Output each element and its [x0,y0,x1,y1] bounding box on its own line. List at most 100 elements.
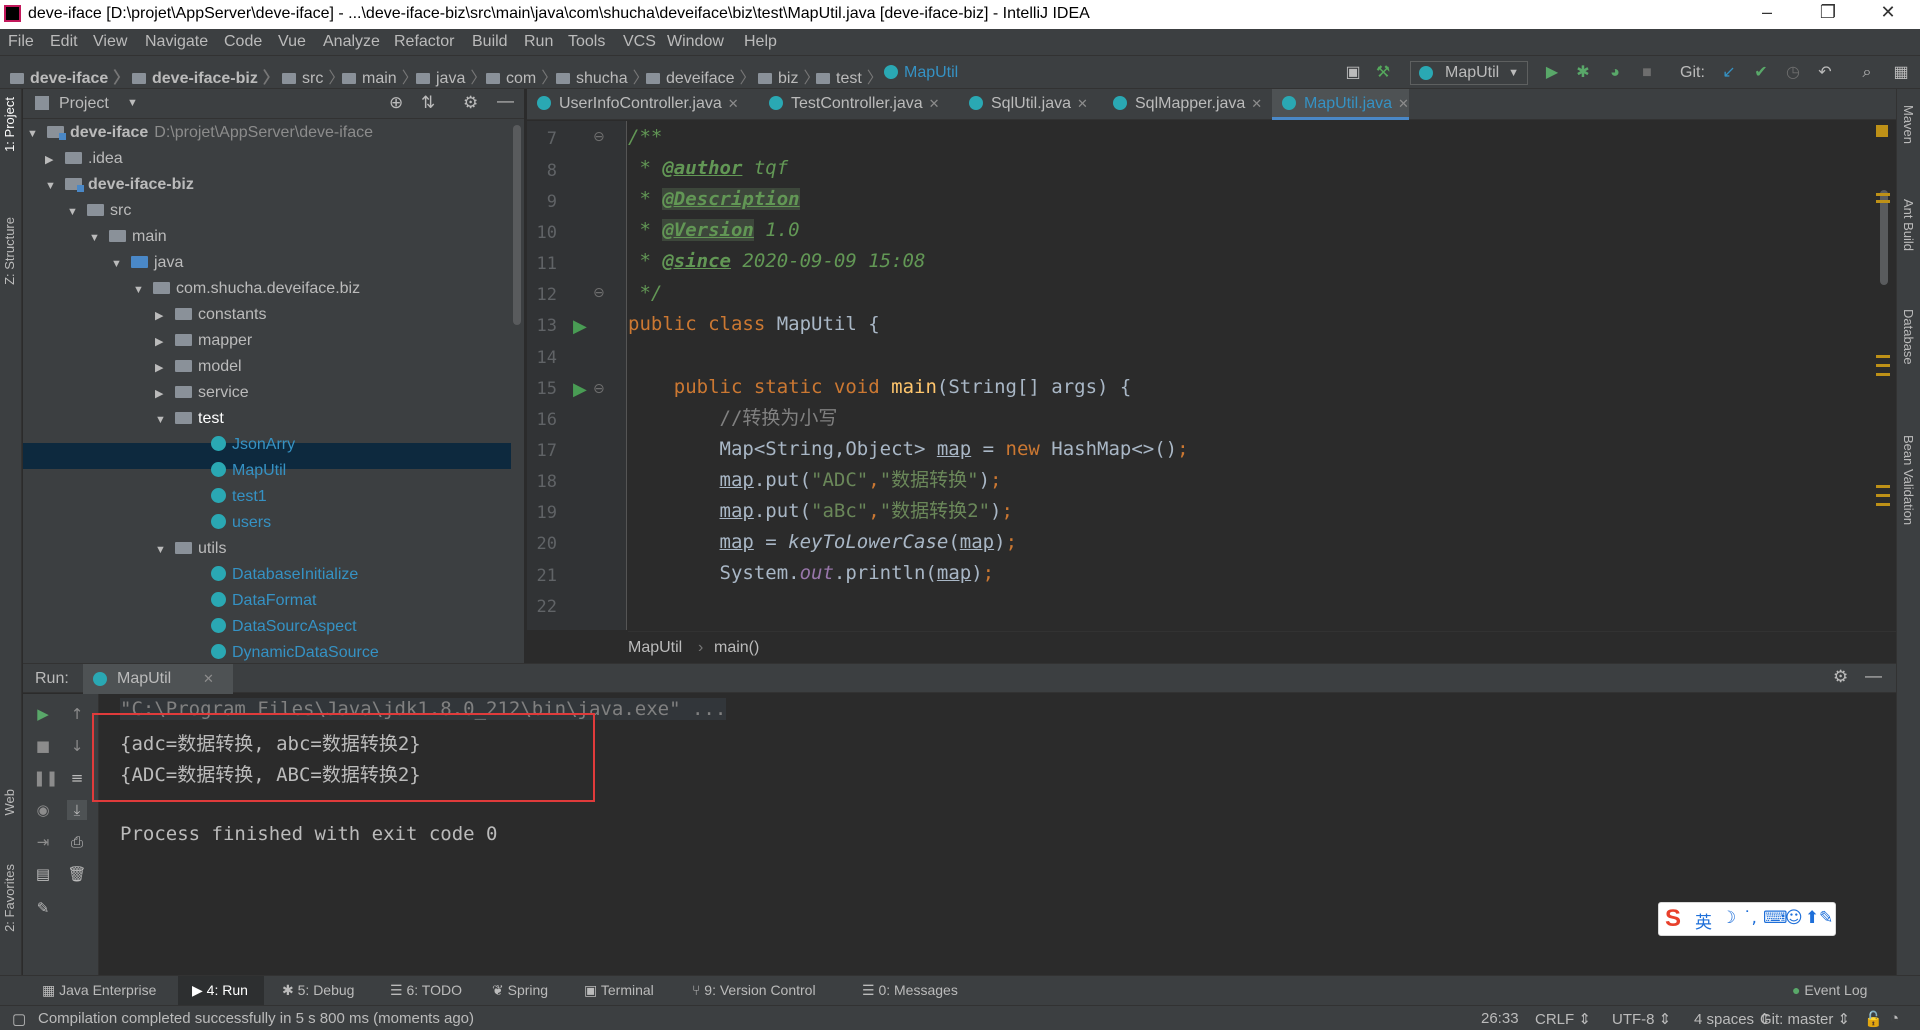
ime-wrench-icon[interactable]: ✎ [1819,908,1833,928]
tool-tab-version-control[interactable]: ⑂ 9: Version Control [692,982,816,998]
breadcrumb-com[interactable]: com 〉 [486,64,557,88]
gear-icon[interactable]: ⚙ [463,93,478,113]
tree-node-deve-iface-biz[interactable]: ▼ deve-iface-biz [45,172,194,198]
tool-tab-web[interactable]: Web [2,789,17,816]
status-toggle-icon[interactable]: ▢ [12,1010,26,1028]
project-view-select[interactable]: Project [59,95,109,113]
menu-analyze[interactable]: Analyze [323,33,380,51]
tree-node-deve-iface[interactable]: ▼ deve-iface D:\projet\AppServer\deve-ifac… [27,120,373,146]
breadcrumb-deve-iface-biz[interactable]: deve-iface-biz 〉 [132,64,279,88]
error-stripe-mark[interactable] [1876,193,1890,196]
tab-userinfocontroller[interactable]: UserInfoController.java ✕ [527,89,739,120]
close-icon[interactable]: ✕ [929,96,940,111]
ime-skin-icon[interactable]: ⬆ [1805,908,1819,928]
tree-node-mapper[interactable]: ▶ mapper [155,328,252,354]
close-icon[interactable]: ✕ [203,671,214,687]
tree-node-users[interactable]: users [211,510,271,536]
menu-navigate[interactable]: Navigate [145,33,208,51]
close-icon[interactable]: ✕ [1077,96,1088,111]
build-hammer-icon[interactable]: ⚒ [1374,64,1392,82]
exit-icon[interactable]: ⇥ [33,832,53,852]
tree-node-dataformat[interactable]: DataFormat [211,588,316,614]
git-commit-icon[interactable]: ✔ [1752,64,1770,82]
project-structure-icon[interactable]: ▣ [1344,64,1362,82]
tool-tab-debug[interactable]: ✱ 5: Debug [282,982,354,999]
code-breadcrumb-method[interactable]: main() [714,639,759,657]
tree-node-utils[interactable]: ▼ utils [155,536,226,562]
run-icon[interactable]: ▶ [1543,64,1561,82]
tab-testcontroller[interactable]: TestController.java ✕ [759,89,940,120]
tree-node-databaseinitialize[interactable]: DatabaseInitialize [211,562,358,588]
event-log-button[interactable]: ● Event Log [1792,982,1867,998]
error-stripe-mark[interactable] [1876,503,1890,506]
menu-tools[interactable]: Tools [568,33,605,51]
ide-updates-icon[interactable]: ▦ [1892,64,1910,82]
tool-tab-java-enterprise[interactable]: ▦ Java Enterprise [42,982,156,999]
error-stripe-mark[interactable] [1876,364,1890,367]
git-update-icon[interactable]: ↙ [1720,64,1738,82]
tab-maputil[interactable]: MapUtil.java ✕ [1272,89,1409,120]
camera-icon[interactable]: ◉ [33,800,53,820]
tree-node-main[interactable]: ▼ main [89,224,167,250]
breadcrumb-deveiface[interactable]: deveiface 〉 [646,64,756,88]
tool-tab-run[interactable]: ▶ 4: Run [192,982,248,999]
menu-view[interactable]: View [93,33,127,51]
git-history-icon[interactable]: ◷ [1784,64,1802,82]
breadcrumb-src[interactable]: src 〉 [282,64,344,88]
tree-node-jsonarry[interactable]: JsonArry [211,432,295,458]
status-message[interactable]: Compilation completed successfully in 5 … [38,1010,474,1027]
tab-sqlmapper[interactable]: SqlMapper.java ✕ [1103,89,1262,120]
error-stripe-mark[interactable] [1876,373,1890,376]
tool-tab-todo[interactable]: ☰ 6: TODO [390,982,462,999]
breadcrumb-main[interactable]: main 〉 [342,64,418,88]
tree-node-src[interactable]: ▼ src [67,198,131,224]
menu-refactor[interactable]: Refactor [394,33,454,51]
project-scrollbar[interactable] [513,125,521,325]
tree-node-java[interactable]: ▼ java [111,250,183,276]
error-stripe-mark[interactable] [1876,200,1890,203]
tool-tab-database[interactable]: Database [1901,309,1916,365]
stop-icon[interactable]: ■ [33,736,53,756]
tool-tab-ant-build[interactable]: Ant Build [1901,199,1916,251]
tree-node-test[interactable]: ▼ test [155,406,224,432]
tool-tab-spring[interactable]: ❦ Spring [492,982,548,999]
trash-icon[interactable]: 🗑 [67,864,87,884]
print-icon[interactable]: ⎙ [67,832,87,852]
code-breadcrumb-class[interactable]: MapUtil [628,639,682,657]
tree-node-idea[interactable]: ▶ .idea [45,146,123,172]
ime-language-toggle[interactable]: 英 [1695,908,1712,933]
tree-node-dynamicdatasource[interactable]: DynamicDataSource [211,640,379,663]
revert-icon[interactable]: ↶ [1816,64,1834,82]
breadcrumb-test[interactable]: test 〉 [816,64,883,88]
tree-node-maputil[interactable]: MapUtil [211,458,286,484]
tool-tab-terminal[interactable]: ▣ Terminal [584,982,654,999]
error-stripe-mark[interactable] [1876,494,1890,497]
layout-icon[interactable]: ▤ [33,864,53,884]
tree-node-service[interactable]: ▶ service [155,380,249,406]
run-gutter-icon[interactable]: ▶ [573,316,587,337]
run-gutter-icon[interactable]: ▶ [573,379,587,400]
code-editor[interactable]: /** * @author tqf * @Description * @Vers… [628,121,1878,630]
fold-marker-icon[interactable]: ⊖ [593,381,605,397]
menu-vcs[interactable]: VCS [623,33,656,51]
menu-run[interactable]: Run [524,33,553,51]
stop-icon[interactable]: ■ [1638,64,1656,82]
menu-code[interactable]: Code [224,33,262,51]
menu-build[interactable]: Build [472,33,508,51]
close-icon[interactable]: ✕ [1398,96,1409,111]
tool-tab-favorites[interactable]: 2: Favorites [2,864,17,932]
menu-help[interactable]: Help [744,33,777,51]
tree-node-model[interactable]: ▶ model [155,354,242,380]
lock-icon[interactable]: 🔓 [1864,1010,1883,1028]
pin-icon[interactable]: ✎ [33,898,53,918]
warning-indicator-icon[interactable] [1876,125,1888,137]
editor-scrollbar[interactable] [1880,190,1888,285]
breadcrumb-deve-iface[interactable]: deve-iface 〉 [10,64,129,88]
tab-sqlutil[interactable]: SqlUtil.java ✕ [959,89,1088,120]
hide-panel-icon[interactable]: — [497,91,514,111]
run-tab-maputil[interactable]: MapUtil ✕ [83,664,233,694]
close-window-button[interactable]: ✕ [1868,2,1908,26]
encoding-select[interactable]: UTF-8 ⇕ [1612,1010,1671,1028]
tool-tab-maven[interactable]: Maven [1901,105,1916,144]
scroll-to-end-icon[interactable]: ⤓ [67,800,87,820]
